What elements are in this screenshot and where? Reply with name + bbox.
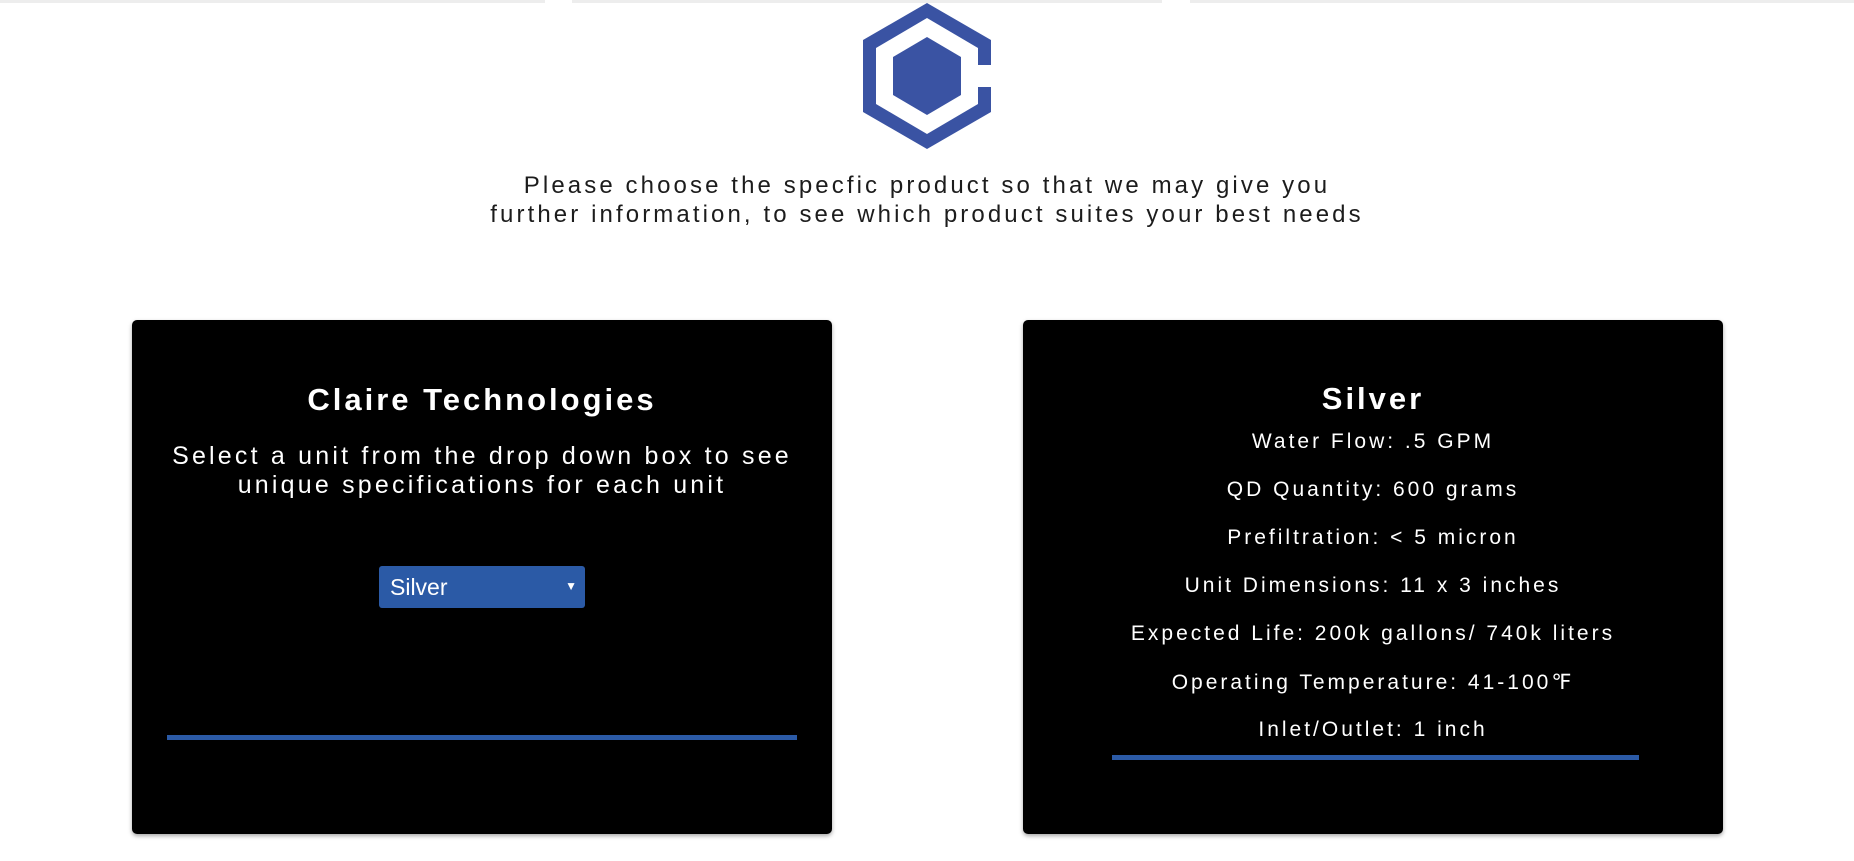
spec-expected-life: Expected Life: 200k gallons/ 740k liters	[1130, 622, 1616, 645]
company-title: Claire Technologies	[307, 382, 657, 417]
spec-water-flow: Water Flow: .5 GPM	[1251, 430, 1495, 453]
top-divider-left	[0, 0, 545, 3]
unit-dropdown[interactable]: Silver ▼	[379, 566, 585, 608]
top-divider-right	[1190, 0, 1854, 3]
selector-instructions: Select a unit from the drop down box to …	[172, 442, 792, 499]
spec-unit-dimensions: Unit Dimensions: 11 x 3 inches	[1184, 574, 1562, 597]
logo-icon[interactable]	[863, 3, 991, 149]
selector-card-divider	[167, 735, 797, 740]
chevron-down-icon: ▼	[565, 579, 577, 593]
spec-prefiltration: Prefiltration: < 5 micron	[1227, 526, 1519, 549]
spec-operating-temperature: Operating Temperature: 41-100℉	[1171, 671, 1575, 694]
unit-dropdown-value: Silver	[390, 574, 448, 600]
spec-inlet-outlet: Inlet/Outlet: 1 inch	[1258, 718, 1488, 741]
unit-selector-card: Claire Technologies Select a unit from t…	[132, 320, 832, 834]
unit-title: Silver	[1321, 381, 1425, 416]
unit-specs-card: Silver Water Flow: .5 GPM QD Quantity: 6…	[1023, 320, 1723, 834]
specs-card-divider	[1112, 755, 1639, 760]
intro-text: Please choose the specfic product so tha…	[490, 172, 1364, 228]
spec-qd-quantity: QD Quantity: 600 grams	[1226, 478, 1520, 501]
